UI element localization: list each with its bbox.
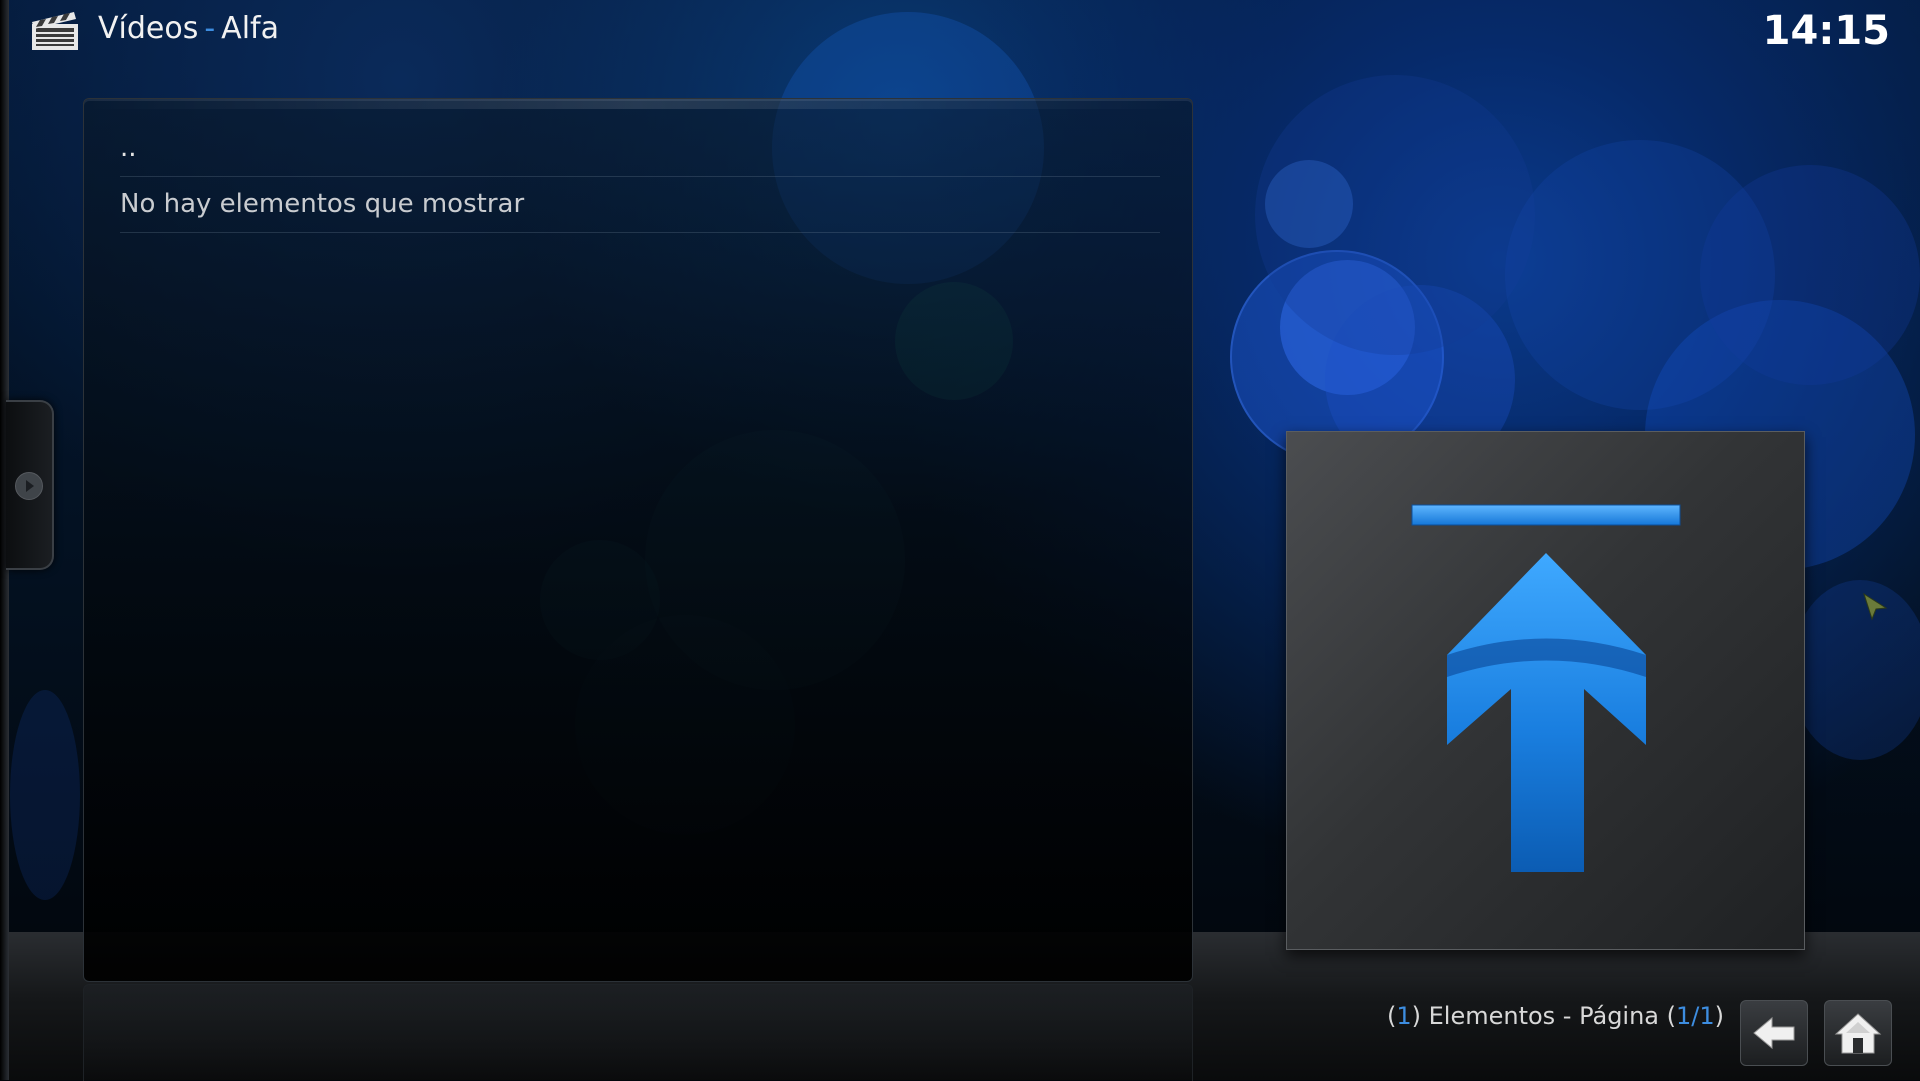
home-button[interactable] (1824, 1000, 1892, 1066)
bokeh-circle (10, 690, 80, 900)
title-separator: - (204, 11, 216, 46)
home-icon (1834, 1013, 1882, 1054)
arrow-up-to-top-icon (1411, 504, 1681, 872)
empty-message-text: No hay elementos que mostrar (120, 189, 525, 219)
header: Vídeos - Alfa 14:15 (0, 0, 1920, 64)
item-thumbnail (1286, 431, 1805, 950)
bokeh-circle (1790, 580, 1920, 760)
empty-list-message: No hay elementos que mostrar (120, 177, 1160, 233)
section-name: Vídeos (98, 11, 199, 46)
panel-reflection (83, 984, 1193, 1081)
page-counter: (1) Elementos - Página (1/1) (1387, 1002, 1724, 1030)
side-menu-tab[interactable] (6, 400, 54, 570)
page-title: Vídeos - Alfa (98, 11, 279, 46)
clapperboard-icon (32, 12, 78, 50)
item-count: 1 (1396, 1002, 1412, 1030)
parent-folder-item[interactable]: .. (120, 121, 1160, 177)
page-number: 1/1 (1676, 1002, 1715, 1030)
play-arrow-icon (15, 472, 43, 500)
file-list-panel: .. No hay elementos que mostrar (83, 98, 1193, 982)
bokeh-circle (1700, 165, 1920, 385)
mouse-cursor-icon (1863, 592, 1888, 621)
location-name: Alfa (221, 11, 279, 46)
parent-folder-label: .. (120, 133, 137, 163)
back-button[interactable] (1740, 1000, 1808, 1066)
clock: 14:15 (1762, 8, 1890, 54)
counter-paren: ) (1714, 1002, 1724, 1030)
bokeh-circle (1265, 160, 1353, 248)
back-arrow-icon (1753, 1016, 1795, 1050)
counter-text: ) Elementos - Página ( (1411, 1002, 1676, 1030)
counter-paren: ( (1386, 1002, 1397, 1030)
